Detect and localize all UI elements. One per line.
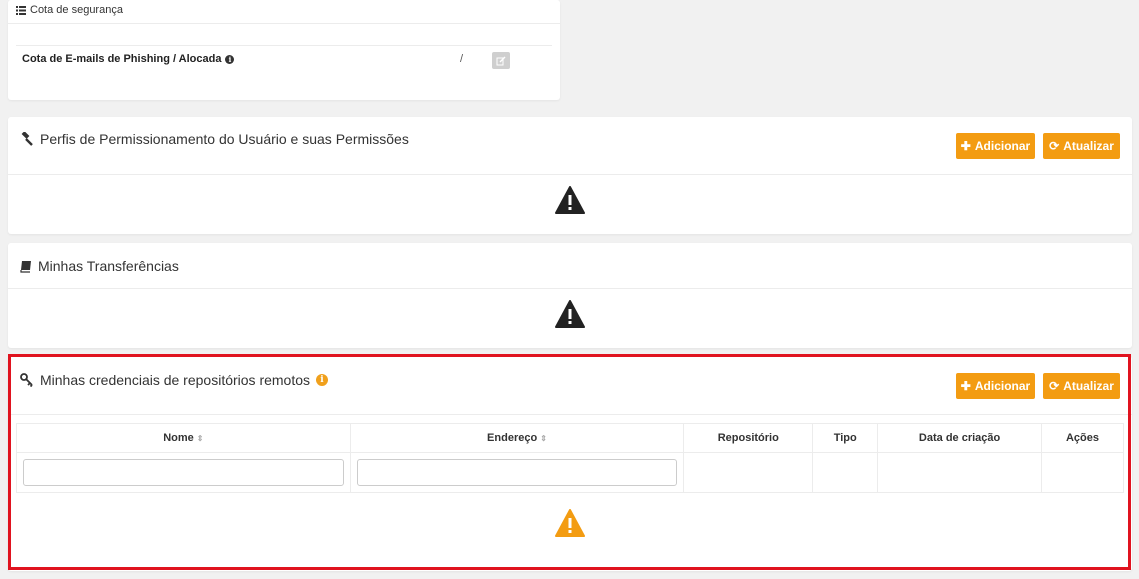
plus-icon: ✚ bbox=[960, 379, 971, 393]
column-header-nome[interactable]: Nome ⇕ bbox=[16, 423, 351, 453]
key-icon bbox=[20, 373, 33, 387]
credentials-table: Nome ⇕ Endereço ⇕ Repositório Tipo Data de… bbox=[16, 423, 1124, 493]
column-header-acoes: Ações bbox=[1041, 423, 1124, 453]
quota-header: Cota de segurança bbox=[16, 4, 123, 16]
info-icon[interactable]: i bbox=[225, 54, 235, 64]
divider bbox=[16, 45, 552, 46]
remote-credentials-panel: Minhas credenciais de repositórios remot… bbox=[8, 356, 1132, 571]
divider bbox=[8, 414, 1132, 415]
list-icon bbox=[16, 5, 26, 15]
sort-icon: ⇕ bbox=[540, 434, 547, 443]
edit-quota-button[interactable] bbox=[492, 52, 510, 69]
phishing-quota-text: Cota de E-mails de Phishing / Alocada bbox=[22, 53, 222, 65]
panel-title-text: Minhas Transferências bbox=[38, 258, 179, 274]
filter-cell bbox=[812, 452, 879, 493]
refresh-credentials-button[interactable]: ⟳ Atualizar bbox=[1043, 373, 1120, 399]
panel-title-text: Minhas credenciais de repositórios remot… bbox=[40, 372, 311, 388]
divider bbox=[8, 174, 1132, 175]
filter-row bbox=[16, 452, 1124, 493]
gavel-icon bbox=[21, 132, 33, 146]
plus-icon: ✚ bbox=[960, 139, 971, 153]
filter-cell bbox=[16, 452, 351, 493]
phishing-quota-label: Cota de E-mails de Phishing / Alocada i bbox=[22, 53, 235, 65]
divider bbox=[8, 288, 1132, 289]
quota-header-text: Cota de segurança bbox=[30, 4, 123, 16]
panel-title: Perfis de Permissionamento do Usuário e … bbox=[20, 131, 409, 147]
address-filter-input[interactable] bbox=[356, 459, 678, 486]
column-header-tipo: Tipo bbox=[812, 423, 879, 453]
warning-icon bbox=[555, 300, 585, 328]
panel-title: Minhas Transferências bbox=[20, 258, 179, 274]
edit-icon bbox=[496, 56, 506, 65]
refresh-icon: ⟳ bbox=[1049, 139, 1060, 153]
column-header-endereco[interactable]: Endereço ⇕ bbox=[349, 423, 685, 453]
refresh-icon: ⟳ bbox=[1049, 379, 1060, 393]
filter-cell bbox=[1041, 452, 1124, 493]
warning-icon bbox=[555, 509, 585, 537]
panel-title: Minhas credenciais de repositórios remot… bbox=[20, 372, 329, 388]
transfers-panel: Minhas Transferências bbox=[8, 243, 1132, 348]
filter-cell bbox=[683, 452, 814, 493]
refresh-profiles-button[interactable]: ⟳ Atualizar bbox=[1043, 133, 1120, 159]
phishing-quota-value: / bbox=[460, 53, 464, 65]
warning-icon bbox=[555, 186, 585, 214]
filter-cell bbox=[877, 452, 1043, 493]
table-header-row: Nome ⇕ Endereço ⇕ Repositório Tipo Data de… bbox=[16, 423, 1124, 453]
add-credential-button[interactable]: ✚ Adicionar bbox=[956, 373, 1035, 399]
book-icon bbox=[20, 260, 31, 273]
column-header-data-criacao: Data de criação bbox=[877, 423, 1043, 453]
permission-profiles-panel: Perfis de Permissionamento do Usuário e … bbox=[8, 117, 1132, 234]
name-filter-input[interactable] bbox=[23, 459, 344, 486]
filter-cell bbox=[349, 452, 685, 493]
panel-title-text: Perfis de Permissionamento do Usuário e … bbox=[40, 131, 409, 147]
sort-icon: ⇕ bbox=[196, 434, 204, 443]
add-profile-button[interactable]: ✚ Adicionar bbox=[956, 133, 1035, 159]
column-header-repositorio: Repositório bbox=[683, 423, 814, 453]
divider bbox=[8, 23, 560, 24]
info-icon[interactable]: i bbox=[316, 374, 329, 386]
quota-card: Cota de segurança Cota de E-mails de Phi… bbox=[8, 0, 560, 100]
